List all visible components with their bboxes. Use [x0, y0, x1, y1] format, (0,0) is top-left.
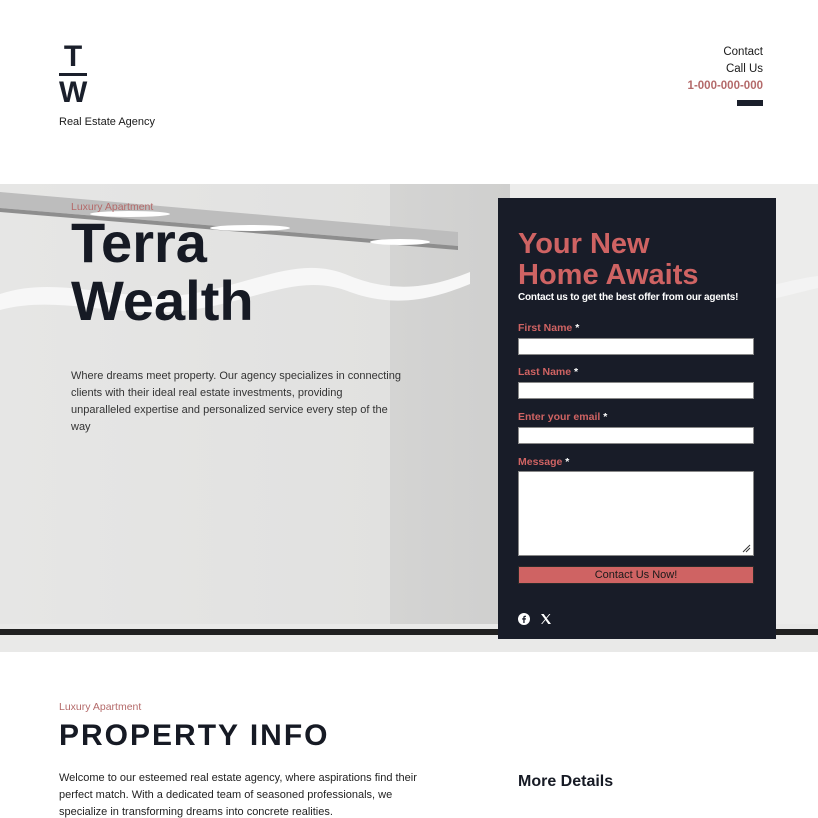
- first-name-field[interactable]: [518, 338, 754, 355]
- last-name-label: Last Name *: [518, 366, 578, 378]
- last-name-field[interactable]: [518, 382, 754, 399]
- phone-number[interactable]: 1-000-000-000: [688, 78, 763, 95]
- email-field[interactable]: [518, 427, 754, 444]
- contact-link[interactable]: Contact: [688, 44, 763, 61]
- hero-title-line-1: Terra: [71, 211, 207, 274]
- form-subtitle: Contact us to get the best offer from ou…: [518, 292, 739, 303]
- first-name-label: First Name *: [518, 322, 579, 334]
- property-description: Welcome to our esteemed real estate agen…: [59, 772, 417, 818]
- facebook-icon[interactable]: [518, 612, 530, 625]
- header-contact: Contact Call Us 1-000-000-000: [688, 44, 763, 112]
- property-title: PROPERTY INFO: [59, 719, 330, 752]
- required-mark: *: [574, 366, 579, 378]
- message-label-text: Message: [518, 456, 563, 468]
- required-mark: *: [565, 456, 570, 468]
- email-label: Enter your email *: [518, 411, 607, 423]
- logo-letter-w: W: [59, 76, 88, 109]
- hero-title-line-2: Wealth: [71, 269, 254, 332]
- hero-title: Terra Wealth: [71, 214, 254, 330]
- required-mark: *: [575, 322, 580, 334]
- resize-handle-icon[interactable]: [742, 544, 751, 553]
- property-eyebrow: Luxury Apartment: [59, 701, 142, 713]
- message-label: Message *: [518, 456, 569, 468]
- first-name-label-text: First Name: [518, 322, 573, 334]
- message-field[interactable]: [518, 471, 754, 556]
- contact-submit-button[interactable]: Contact Us Now!: [518, 566, 754, 584]
- form-title-line-2: Home Awaits: [518, 259, 699, 291]
- social-links: [518, 612, 552, 625]
- hamburger-bar-icon[interactable]: [737, 100, 763, 106]
- contact-form-panel: Your New Home Awaits Contact us to get t…: [498, 198, 776, 639]
- email-label-text: Enter your email: [518, 411, 601, 423]
- form-title: Your New Home Awaits: [518, 229, 699, 291]
- logo-letter-t: T: [63, 40, 83, 73]
- form-title-line-1: Your New: [518, 228, 650, 260]
- hero-description: Where dreams meet property. Our agency s…: [71, 370, 401, 433]
- last-name-label-text: Last Name: [518, 366, 572, 378]
- tagline: Real Estate Agency: [59, 116, 156, 128]
- logo[interactable]: T W: [59, 40, 89, 109]
- required-mark: *: [603, 411, 608, 423]
- more-details-heading: More Details: [518, 773, 614, 790]
- x-twitter-icon[interactable]: [540, 612, 552, 624]
- call-us-label: Call Us: [725, 63, 763, 75]
